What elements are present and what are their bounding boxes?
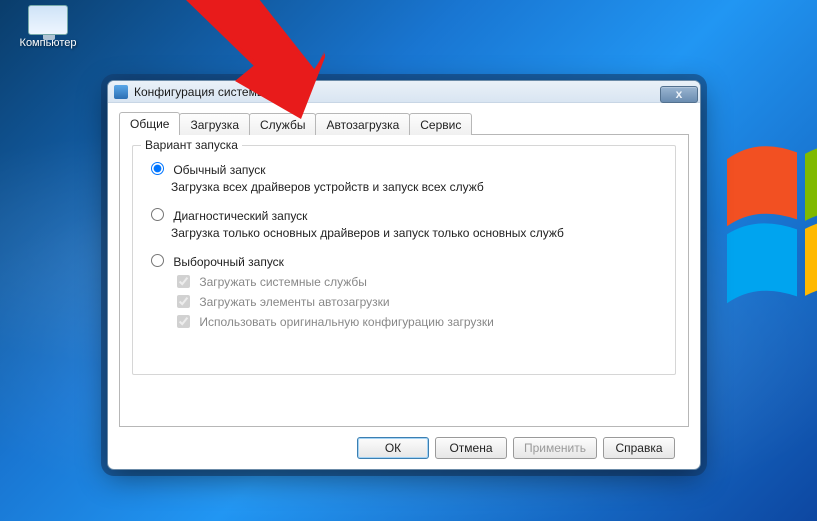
windows-logo: [717, 130, 817, 350]
radio-selective-text: Выборочный запуск: [173, 255, 284, 269]
check-load-startup-row: Загружать элементы автозагрузки: [177, 295, 663, 309]
titlebar[interactable]: Конфигурация системы: [108, 81, 700, 103]
desktop-icon-computer[interactable]: Компьютер: [18, 5, 78, 49]
option-diagnostic-desc: Загрузка только основных драйверов и зап…: [171, 226, 663, 240]
option-normal-startup: Обычный запуск Загрузка всех драйверов у…: [151, 162, 663, 194]
radio-diagnostic-label[interactable]: Диагностический запуск: [151, 209, 307, 223]
check-load-startup-label: Загружать элементы автозагрузки: [199, 295, 389, 309]
radio-selective-label[interactable]: Выборочный запуск: [151, 255, 284, 269]
help-button[interactable]: Справка: [603, 437, 675, 459]
tab-tools[interactable]: Сервис: [409, 113, 472, 135]
check-original-boot-row: Использовать оригинальную конфигурацию з…: [177, 315, 663, 329]
check-original-boot: [177, 315, 190, 328]
tab-strip: Общие Загрузка Службы Автозагрузка Серви…: [119, 113, 689, 135]
option-normal-desc: Загрузка всех драйверов устройств и запу…: [171, 180, 663, 194]
radio-selective[interactable]: [151, 254, 164, 267]
apply-button: Применить: [513, 437, 597, 459]
group-legend: Вариант запуска: [141, 138, 242, 152]
cancel-button[interactable]: Отмена: [435, 437, 507, 459]
check-load-services: [177, 275, 190, 288]
check-original-boot-label: Использовать оригинальную конфигурацию з…: [199, 315, 494, 329]
tab-general[interactable]: Общие: [119, 112, 180, 135]
option-selective-startup: Выборочный запуск Загружать системные сл…: [151, 254, 663, 329]
radio-normal[interactable]: [151, 162, 164, 175]
check-load-services-row: Загружать системные службы: [177, 275, 663, 289]
dialog-buttons: ОК Отмена Применить Справка: [119, 427, 689, 459]
option-diagnostic-startup: Диагностический запуск Загрузка только о…: [151, 208, 663, 240]
ok-button[interactable]: ОК: [357, 437, 429, 459]
window-title: Конфигурация системы: [134, 85, 265, 99]
tab-boot[interactable]: Загрузка: [179, 113, 250, 135]
radio-normal-label[interactable]: Обычный запуск: [151, 163, 266, 177]
check-load-startup: [177, 295, 190, 308]
msconfig-dialog: Конфигурация системы Общие Загрузка Служ…: [107, 80, 701, 470]
dialog-content: Общие Загрузка Службы Автозагрузка Серви…: [108, 103, 700, 459]
startup-selection-group: Вариант запуска Обычный запуск Загрузка …: [132, 145, 676, 375]
app-icon: [114, 85, 128, 99]
check-load-services-label: Загружать системные службы: [199, 275, 367, 289]
tab-startup[interactable]: Автозагрузка: [315, 113, 410, 135]
radio-normal-text: Обычный запуск: [173, 163, 265, 177]
radio-diagnostic-text: Диагностический запуск: [173, 209, 307, 223]
tab-services[interactable]: Службы: [249, 113, 316, 135]
computer-icon: [28, 5, 68, 35]
radio-diagnostic[interactable]: [151, 208, 164, 221]
close-button[interactable]: х: [660, 86, 698, 103]
tab-panel-general: Вариант запуска Обычный запуск Загрузка …: [119, 134, 689, 427]
